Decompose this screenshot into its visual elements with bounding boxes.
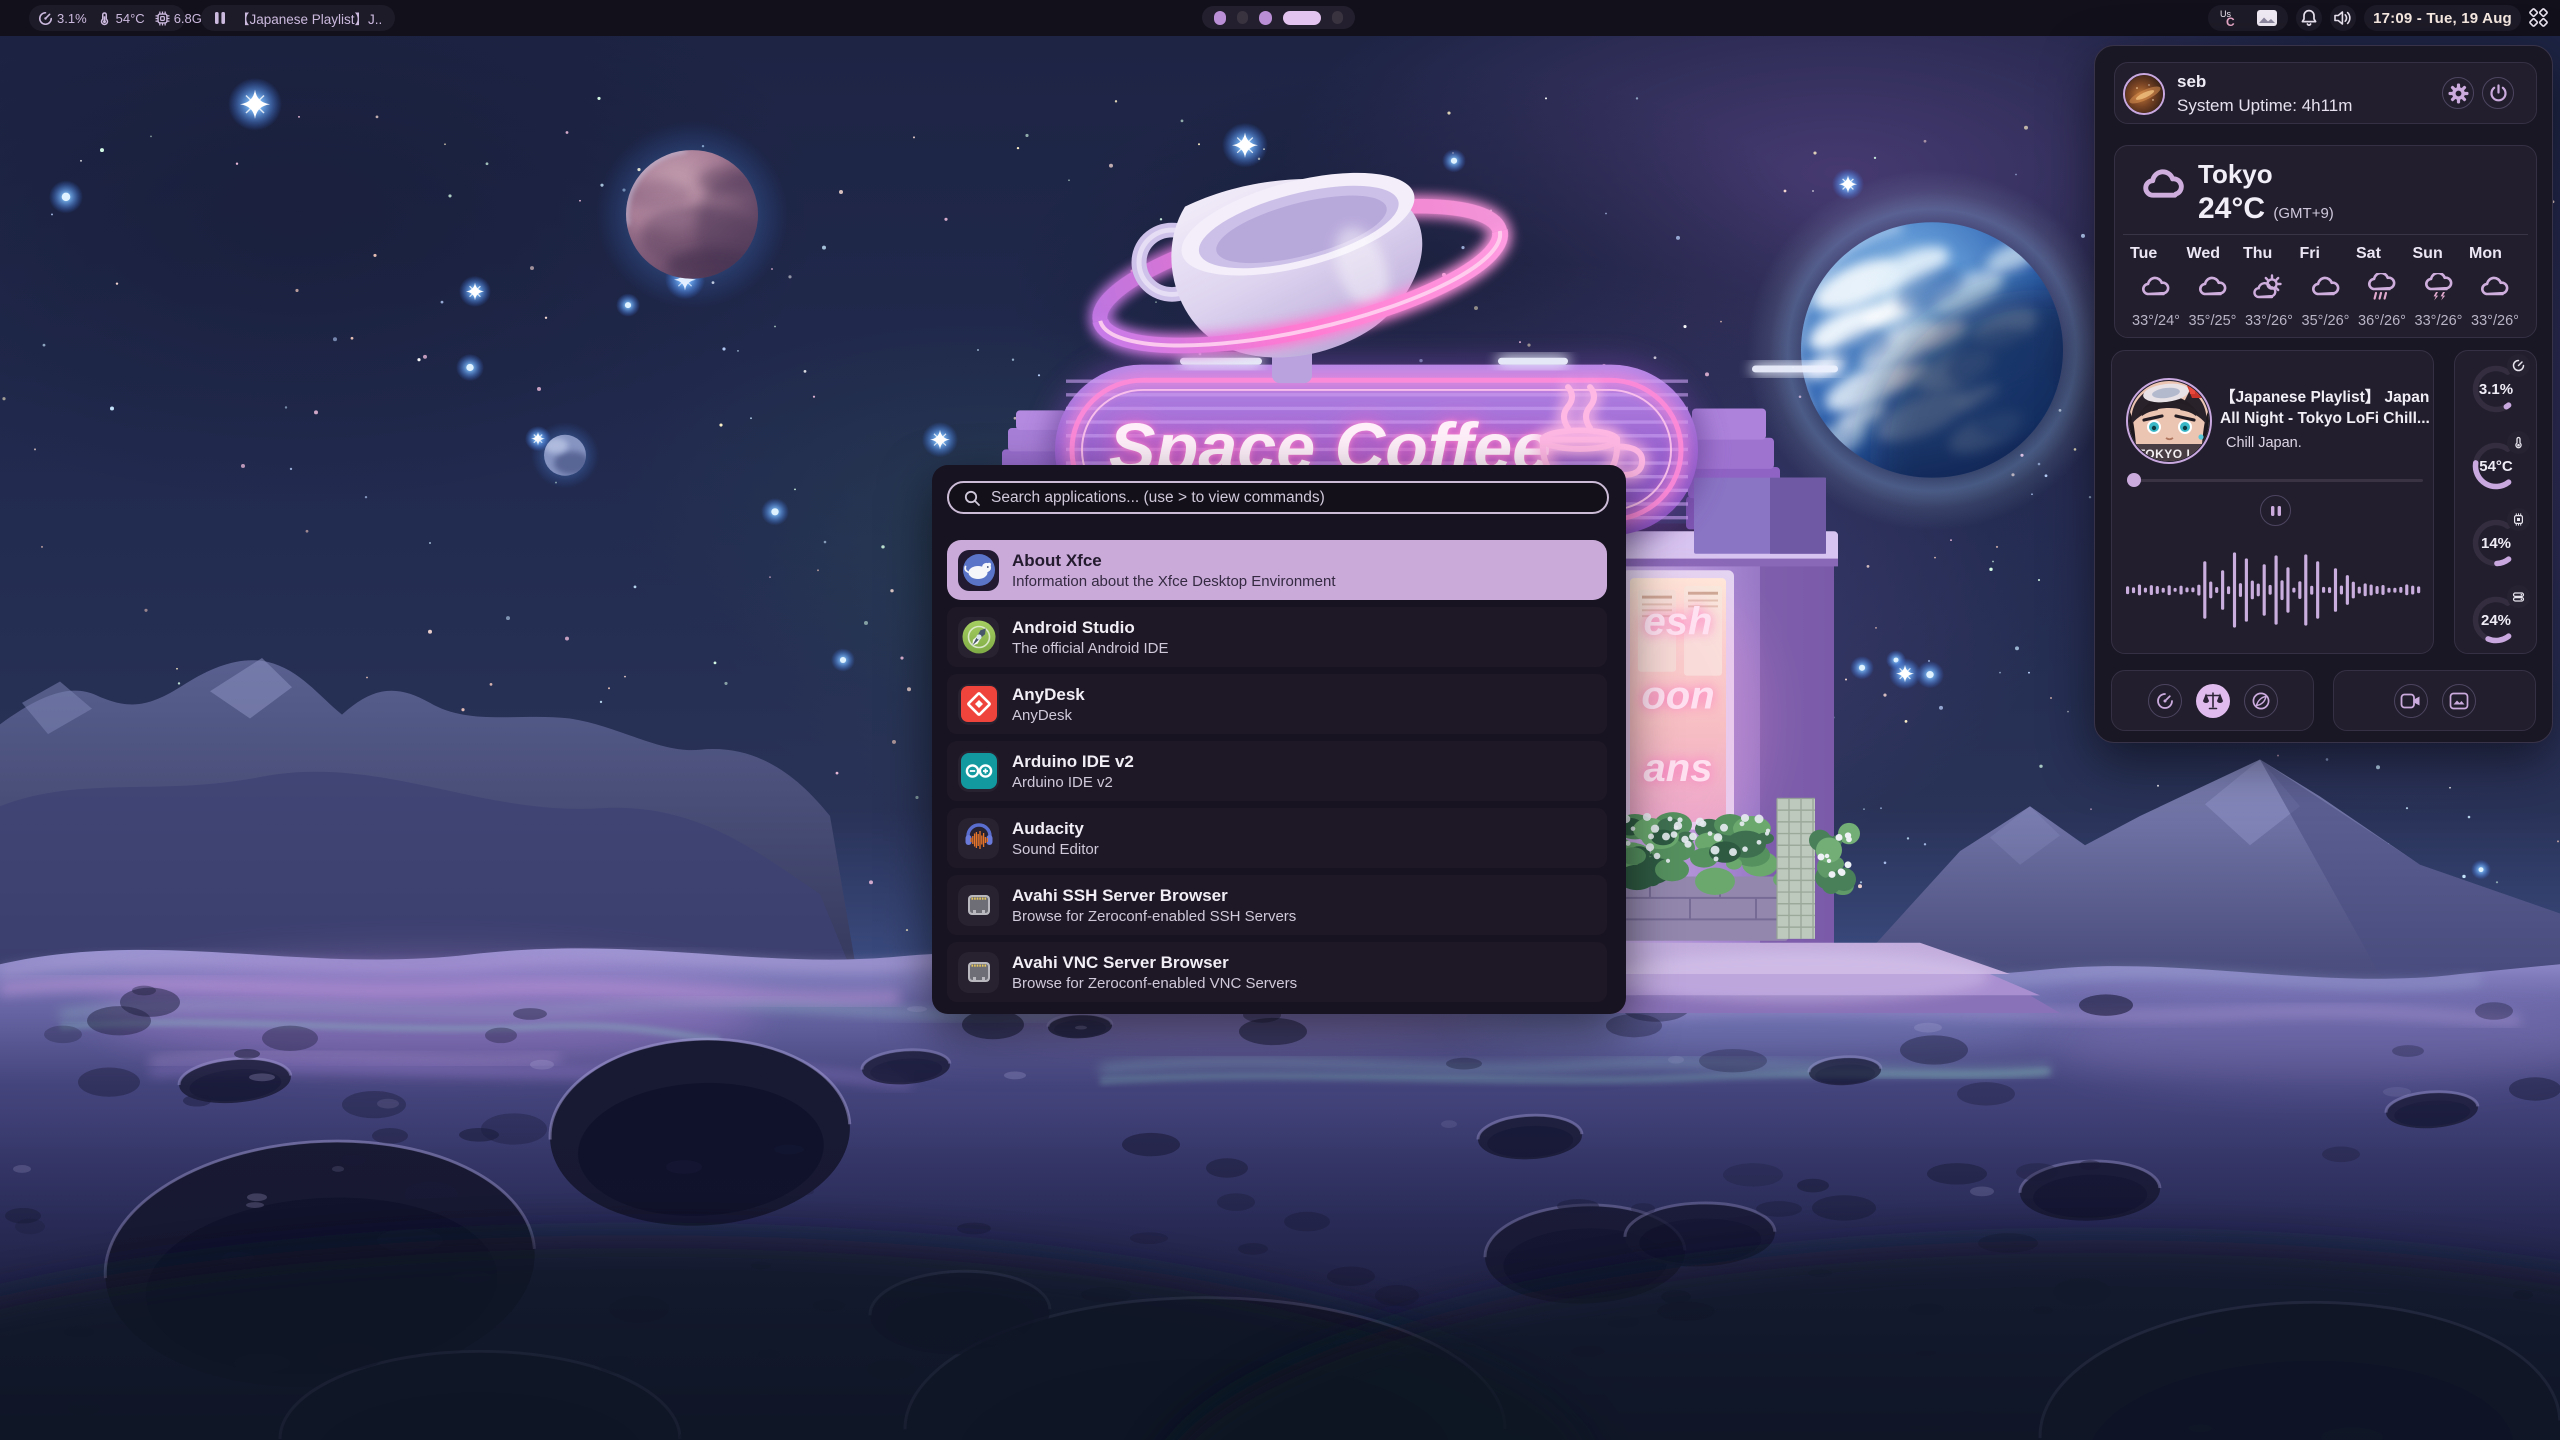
- svg-text:TOKYO L: TOKYO L: [2138, 447, 2195, 461]
- svg-text:C: C: [2226, 15, 2235, 28]
